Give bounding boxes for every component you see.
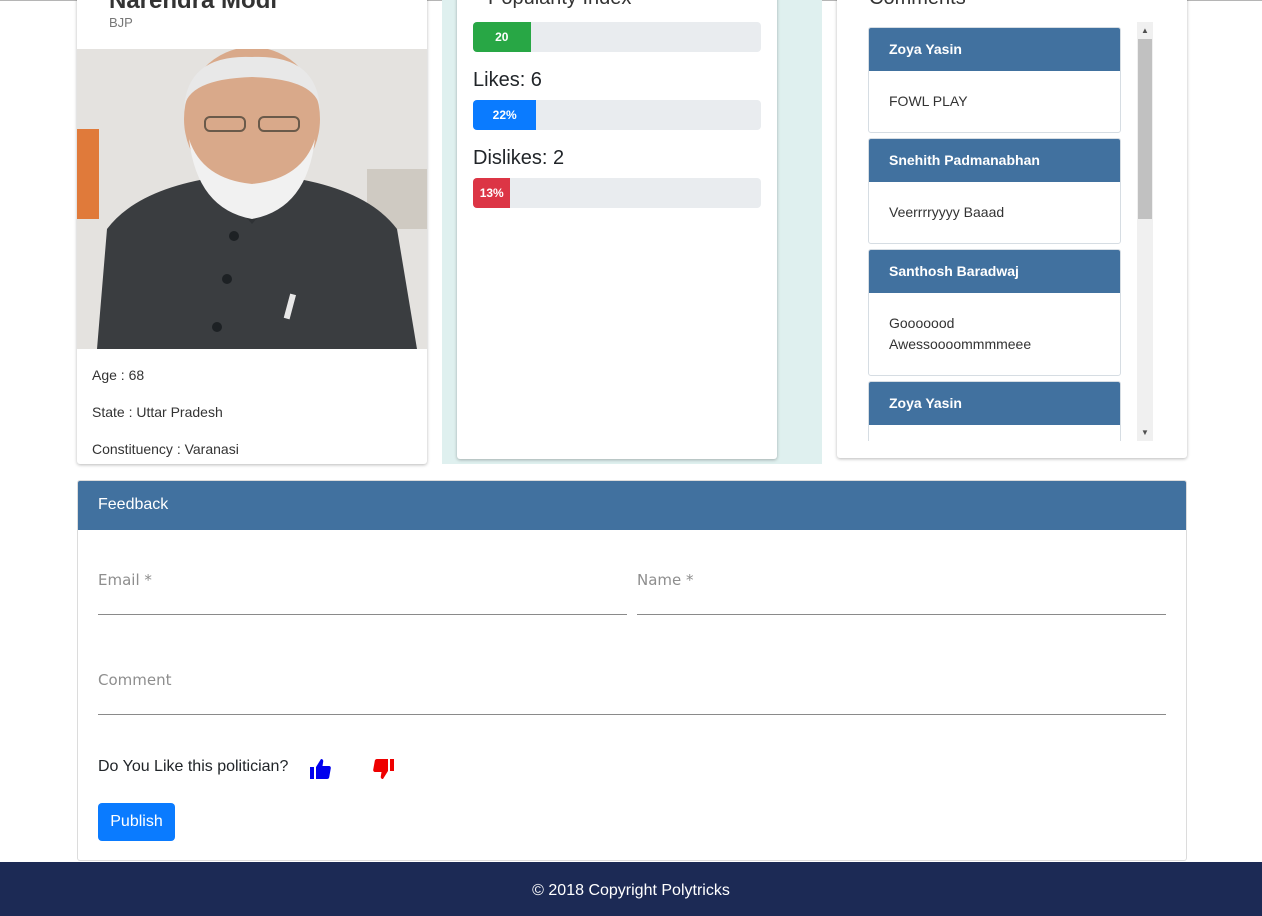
popularity-title: Popularity Index <box>488 0 631 10</box>
popularity-index-bar: 20 <box>473 22 761 52</box>
portrait-image <box>77 49 427 349</box>
politician-constituency: Constituency : Varanasi <box>92 441 239 457</box>
politician-party: BJP <box>109 15 133 30</box>
comment-author: Snehith Padmanabhan <box>869 139 1120 182</box>
dislikes-bar: 13% <box>473 178 761 208</box>
scroll-down-arrow-icon[interactable]: ▼ <box>1137 424 1153 441</box>
likes-count: Likes: 6 <box>473 69 542 91</box>
like-question: Do You Like this politician? <box>98 758 289 775</box>
politician-profile-card: Narendra Modi BJP Age : 68 State : Uttar… <box>77 0 427 464</box>
comment-author: Santhosh Baradwaj <box>869 250 1120 293</box>
comment-text <box>869 425 1120 441</box>
dislikes-count: Dislikes: 2 <box>473 147 565 169</box>
comment-text: Veerrrryyyy Baaad <box>889 204 1005 220</box>
publish-button[interactable]: Publish <box>98 803 175 841</box>
comments-list: Zoya Yasin FOWL PLAY Snehith Padmanabhan… <box>868 27 1121 441</box>
scrollbar-thumb[interactable] <box>1138 39 1152 219</box>
footer: © 2018 Copyright Polytricks <box>0 862 1262 916</box>
politician-name: Narendra Modi <box>109 0 278 14</box>
comment-text: FOWL PLAY <box>889 93 968 109</box>
comment-item: Snehith Padmanabhan Veerrrryyyy Baaad <box>868 138 1121 244</box>
comment-text: Gooooood Awessoooommmmeee <box>889 315 1032 352</box>
comments-scrollbar[interactable]: ▲ ▼ <box>1137 22 1153 441</box>
name-field-label: Name * <box>637 571 694 589</box>
popularity-index-fill: 20 <box>473 22 531 52</box>
comment-item: Zoya Yasin FOWL PLAY <box>868 27 1121 133</box>
politician-age: Age : 68 <box>92 367 145 383</box>
email-field[interactable] <box>98 614 627 615</box>
comment-item: Zoya Yasin <box>868 381 1121 441</box>
thumbs-down-icon[interactable] <box>372 757 396 781</box>
comment-field-label: Comment <box>98 671 172 689</box>
feedback-header: Feedback <box>78 481 1186 530</box>
likes-fill: 22% <box>473 100 537 130</box>
comment-author: Zoya Yasin <box>869 382 1120 425</box>
comment-item: Santhosh Baradwaj Gooooood Awessoooommmm… <box>868 249 1121 376</box>
feedback-form: Feedback Email * Name * Comment Do You L… <box>77 480 1187 861</box>
name-field[interactable] <box>637 614 1166 615</box>
scroll-up-arrow-icon[interactable]: ▲ <box>1137 22 1153 39</box>
footer-copyright: © 2018 Copyright Polytricks <box>532 882 730 899</box>
likes-bar: 22% <box>473 100 761 130</box>
thumbs-up-icon[interactable] <box>308 757 332 781</box>
politician-photo <box>77 49 427 349</box>
dislikes-fill: 13% <box>473 178 511 208</box>
comments-scroll-area[interactable]: Zoya Yasin FOWL PLAY Snehith Padmanabhan… <box>868 22 1153 441</box>
politician-state: State : Uttar Pradesh <box>92 404 223 420</box>
comments-title: Comments <box>869 0 966 10</box>
comment-field[interactable] <box>98 714 1166 715</box>
email-field-label: Email * <box>98 571 152 589</box>
comment-author: Zoya Yasin <box>869 28 1120 71</box>
